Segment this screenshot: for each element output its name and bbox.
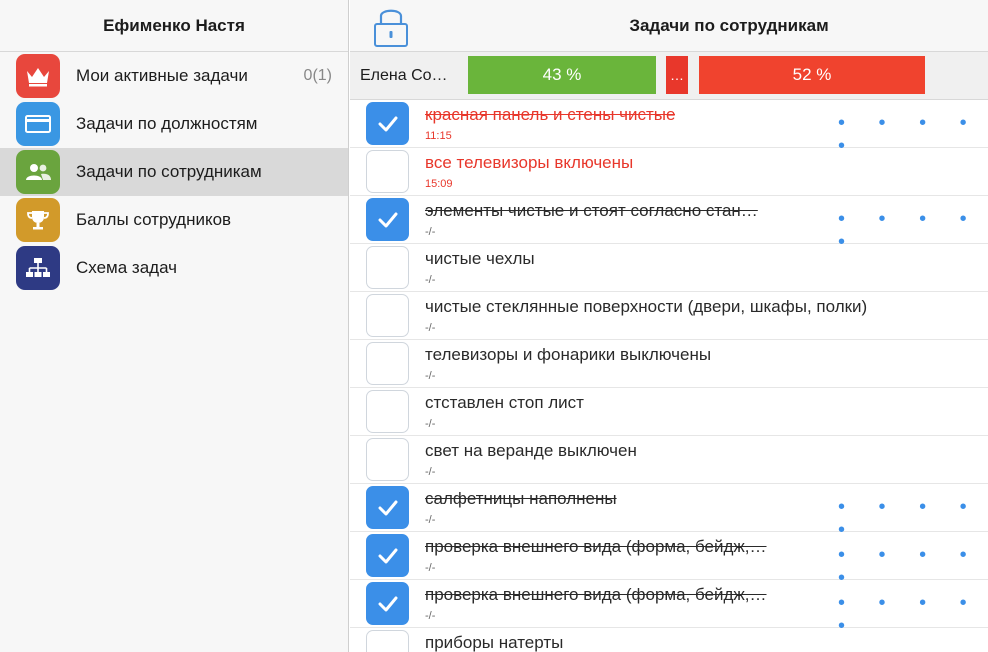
- sidebar-item-label: Схема задач: [76, 258, 178, 277]
- task-time: -/-: [425, 370, 436, 382]
- task-time: -/-: [425, 562, 436, 574]
- employee-progress-row[interactable]: Елена Со… 43 % … 52 %: [350, 52, 988, 100]
- task-checkbox[interactable]: [366, 630, 409, 652]
- task-title: чистые стеклянные поверхности (двери, шк…: [425, 297, 868, 316]
- task-row[interactable]: красная панель и стены чистые 11:15 • • • …: [350, 100, 988, 157]
- task-row[interactable]: проверка внешнего вида (форма, бейдж,… -/…: [350, 580, 988, 637]
- progress-middle-segment: …: [666, 56, 688, 94]
- task-row[interactable]: свет на веранде выключен -/-: [350, 436, 988, 484]
- task-time: -/-: [425, 466, 436, 478]
- checkmark-icon: [378, 500, 397, 515]
- task-time: -/-: [425, 610, 436, 622]
- sidebar-item-my-active-tasks[interactable]: Мои активные задачи 0(1): [0, 52, 348, 100]
- progress-done-segment: 43 %: [468, 56, 656, 94]
- task-title: проверка внешнего вида (форма, бейдж,…: [425, 537, 767, 556]
- task-time: -/-: [425, 274, 436, 286]
- task-list: красная панель и стены чистые 11:15 • • • …: [350, 100, 988, 652]
- task-checkbox[interactable]: [366, 294, 409, 337]
- main-panel: Задачи по сотрудникам Елена Со… 43 % … 5…: [350, 0, 988, 652]
- task-title: свет на веранде выключен: [425, 441, 637, 460]
- page-title: Задачи по сотрудникам: [629, 16, 829, 35]
- checkmark-icon: [378, 116, 397, 131]
- trophy-icon: [16, 198, 60, 242]
- checkmark-icon: [378, 212, 397, 227]
- progress-undone-segment: 52 %: [699, 56, 925, 94]
- main-header: Задачи по сотрудникам: [350, 0, 988, 52]
- sidebar-item-label: Задачи по должностям: [76, 114, 258, 133]
- task-title: все телевизоры включены: [425, 153, 634, 172]
- checkmark-icon: [378, 548, 397, 563]
- task-row[interactable]: чистые стеклянные поверхности (двери, шк…: [350, 292, 988, 340]
- task-time: -/-: [425, 322, 436, 334]
- task-row[interactable]: все телевизоры включены 15:09: [350, 148, 988, 196]
- sidebar-item-label: Баллы сотрудников: [76, 210, 232, 229]
- sidebar-item-tasks-by-position[interactable]: Задачи по должностям: [0, 100, 348, 148]
- task-checkbox[interactable]: [366, 150, 409, 193]
- task-checkbox[interactable]: [366, 438, 409, 481]
- task-checkbox[interactable]: [366, 486, 409, 529]
- employee-name: Елена Со…: [360, 67, 448, 84]
- task-checkbox[interactable]: [366, 102, 409, 145]
- task-time: 15:09: [425, 178, 453, 190]
- hierarchy-icon: [16, 246, 60, 290]
- task-checkbox[interactable]: [366, 534, 409, 577]
- task-checkbox[interactable]: [366, 582, 409, 625]
- task-row[interactable]: телевизоры и фонарики выключены -/-: [350, 340, 988, 388]
- task-row[interactable]: стставлен стоп лист -/-: [350, 388, 988, 436]
- task-row[interactable]: чистые чехлы -/-: [350, 244, 988, 292]
- sidebar: Ефименко Настя Мои активные задачи 0(1) …: [0, 0, 349, 652]
- crown-icon: [16, 54, 60, 98]
- task-title: стставлен стоп лист: [425, 393, 584, 412]
- task-time: -/-: [425, 226, 436, 238]
- task-checkbox[interactable]: [366, 390, 409, 433]
- task-time: -/-: [425, 514, 436, 526]
- task-time: -/-: [425, 418, 436, 430]
- task-title: телевизоры и фонарики выключены: [425, 345, 712, 364]
- sidebar-item-count: 0(1): [303, 67, 332, 84]
- task-title: салфетницы наполнены: [425, 489, 617, 508]
- sidebar-title: Ефименко Настя: [0, 0, 348, 52]
- task-title: приборы натерты: [425, 633, 564, 652]
- task-row[interactable]: салфетницы наполнены -/- • • • • •: [350, 484, 988, 541]
- task-title: чистые чехлы: [425, 249, 535, 268]
- sidebar-item-label: Задачи по сотрудникам: [76, 162, 262, 181]
- checkmark-icon: [378, 596, 397, 611]
- card-icon: [16, 102, 60, 146]
- task-row[interactable]: проверка внешнего вида (форма, бейдж,… -/…: [350, 532, 988, 589]
- task-title: красная панель и стены чистые: [425, 105, 676, 124]
- task-checkbox[interactable]: [366, 246, 409, 289]
- people-icon: [16, 150, 60, 194]
- task-checkbox[interactable]: [366, 198, 409, 241]
- task-row[interactable]: приборы натерты: [350, 628, 988, 652]
- sidebar-item-employee-points[interactable]: Баллы сотрудников: [0, 196, 348, 244]
- task-checkbox[interactable]: [366, 342, 409, 385]
- task-title: элементы чистые и стоят согласно стан…: [425, 201, 758, 220]
- task-row[interactable]: элементы чистые и стоят согласно стан… -/…: [350, 196, 988, 253]
- task-time: 11:15: [425, 130, 452, 142]
- sidebar-item-task-scheme[interactable]: Схема задач: [0, 244, 348, 292]
- task-title: проверка внешнего вида (форма, бейдж,…: [425, 585, 767, 604]
- sidebar-item-tasks-by-employee[interactable]: Задачи по сотрудникам: [0, 148, 348, 196]
